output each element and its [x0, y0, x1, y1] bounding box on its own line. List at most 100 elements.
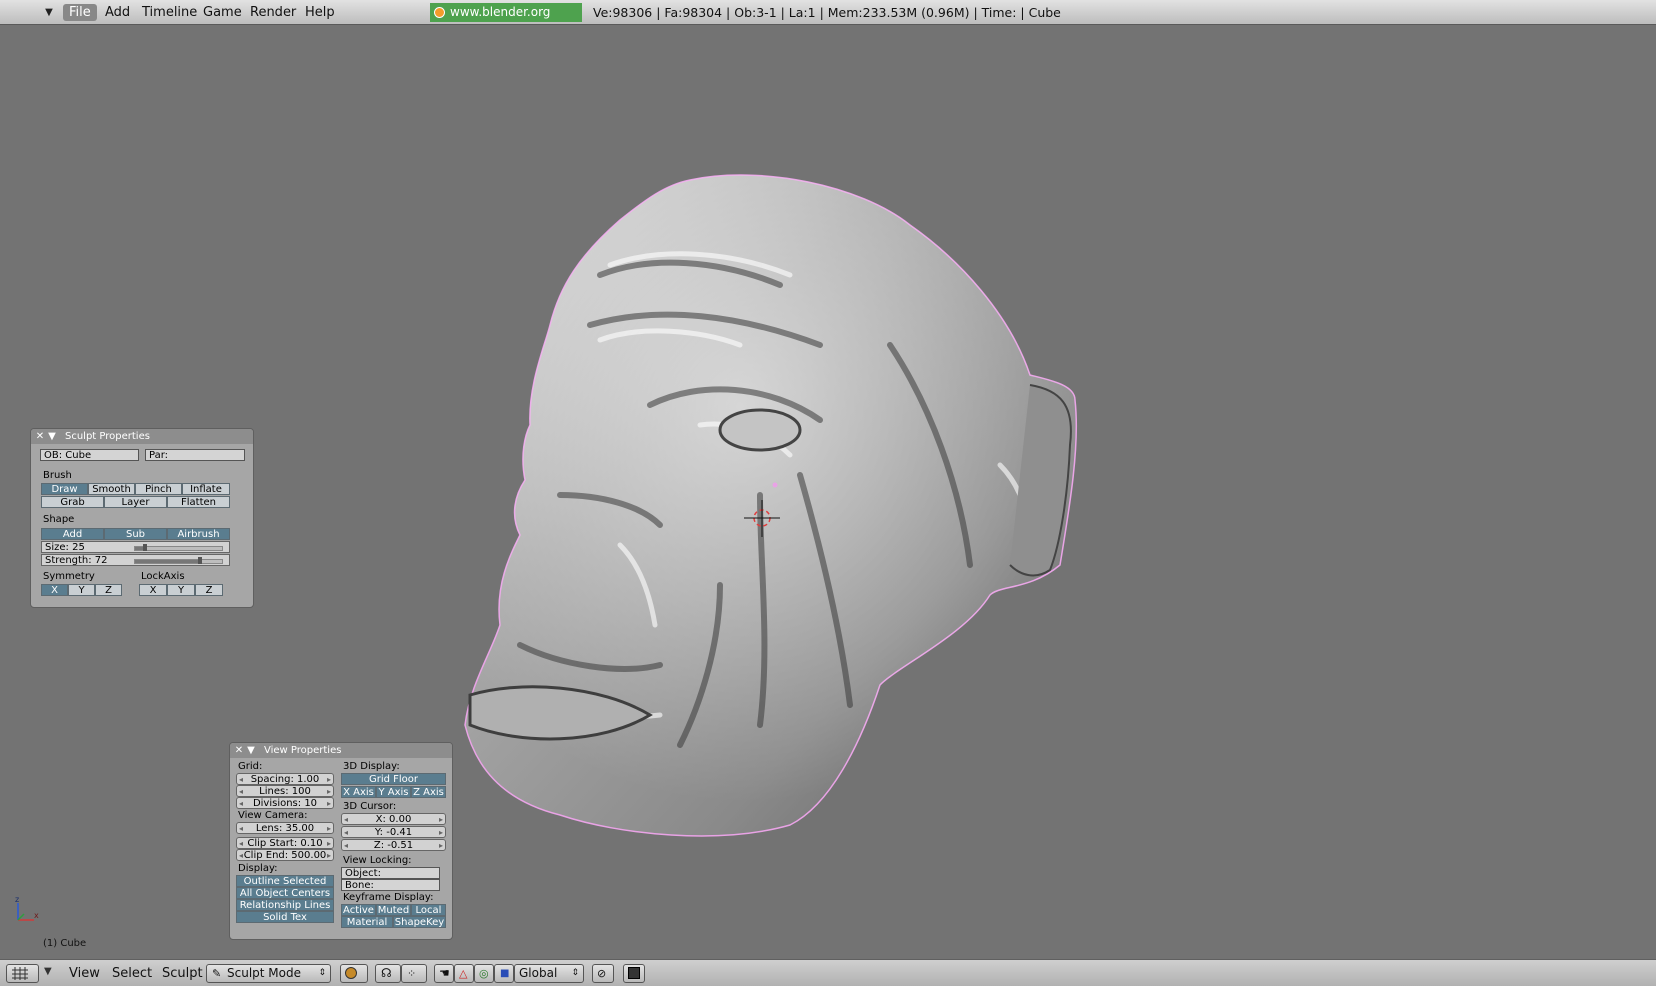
grid-lines-field[interactable]: Lines: 100: [236, 785, 334, 797]
keyframe-active-toggle[interactable]: Active: [341, 904, 376, 916]
grid-label: Grid:: [238, 761, 263, 772]
brush-pinch-button[interactable]: Pinch: [135, 483, 182, 495]
menu-render[interactable]: Render: [244, 4, 302, 21]
circle-icon: ◎: [479, 967, 489, 980]
mode-label: Sculpt Mode: [227, 966, 301, 980]
clip-end-field[interactable]: Clip End: 500.00: [236, 849, 334, 861]
brush-icon: ✎: [212, 967, 222, 980]
menu-help[interactable]: Help: [299, 4, 341, 21]
translate-manipulator-button[interactable]: △: [454, 964, 474, 983]
menu-select[interactable]: Select: [112, 964, 152, 983]
cursor-x-field[interactable]: X: 0.00: [341, 813, 446, 825]
all-object-centers-toggle[interactable]: All Object Centers: [236, 887, 334, 899]
close-panel-icon[interactable]: ✕: [234, 743, 244, 758]
display-label: Display:: [238, 863, 278, 874]
layers-button[interactable]: ⁘: [401, 964, 427, 983]
menu-add[interactable]: Add: [99, 4, 136, 21]
parent-field[interactable]: Par:: [145, 449, 245, 461]
3d-display-label: 3D Display:: [343, 761, 400, 772]
cursor-z-field[interactable]: Z: -0.51: [341, 839, 446, 851]
menu-timeline[interactable]: Timeline: [136, 4, 203, 21]
updown-arrow-icon: ⇕: [571, 968, 579, 978]
keyframe-muted-toggle[interactable]: Muted: [376, 904, 411, 916]
brush-smooth-button[interactable]: Smooth: [88, 483, 135, 495]
active-object-label: (1) Cube: [43, 938, 87, 949]
brush-label: Brush: [43, 470, 72, 481]
z-axis-toggle[interactable]: Z Axis: [411, 786, 446, 798]
orientation-select[interactable]: Global ⇕: [514, 964, 584, 983]
shape-airbrush-button[interactable]: Airbrush: [167, 528, 230, 540]
view-panel-header[interactable]: ✕ ▼ View Properties: [230, 743, 452, 758]
pivot-button[interactable]: ☊: [375, 964, 401, 983]
symmetry-x-button[interactable]: X: [41, 584, 68, 596]
mode-select[interactable]: ✎ Sculpt Mode ⇕: [206, 964, 331, 983]
outline-selected-toggle[interactable]: Outline Selected: [236, 875, 334, 887]
lockaxis-z-button[interactable]: Z: [195, 584, 223, 596]
lens-field[interactable]: Lens: 35.00: [236, 822, 334, 834]
symmetry-z-button[interactable]: Z: [95, 584, 122, 596]
brush-layer-button[interactable]: Layer: [104, 496, 167, 508]
blender-version-banner[interactable]: www.blender.org 249.2: [430, 3, 582, 38]
brush-strength-slider[interactable]: Strength: 72: [41, 554, 230, 566]
object-name-field[interactable]: OB: Cube: [40, 449, 139, 461]
cursor-y-field[interactable]: Y: -0.41: [341, 826, 446, 838]
lockaxis-label: LockAxis: [141, 571, 185, 582]
keyframe-local-toggle[interactable]: Local: [411, 904, 446, 916]
brush-grab-button[interactable]: Grab: [41, 496, 104, 508]
sculpt-panel-header[interactable]: ✕ ▼ Sculpt Properties: [31, 429, 253, 444]
collapse-panel-icon[interactable]: ▼: [47, 429, 57, 444]
relationship-lines-toggle[interactable]: Relationship Lines: [236, 899, 334, 911]
square-icon: ■: [500, 968, 510, 979]
symmetry-y-button[interactable]: Y: [68, 584, 95, 596]
menu-sculpt[interactable]: Sculpt: [162, 964, 203, 983]
menu-view[interactable]: View: [69, 964, 100, 983]
scene-stats: Ve:98306 | Fa:98304 | Ob:3-1 | La:1 | Me…: [593, 5, 1061, 20]
editor-type-button[interactable]: [6, 964, 39, 983]
view-camera-label: View Camera:: [238, 810, 308, 821]
collapse-header-icon[interactable]: ▼: [44, 966, 52, 977]
size-slider-knob[interactable]: [142, 544, 147, 551]
magnet-icon: ☊: [381, 966, 392, 980]
close-panel-icon[interactable]: ✕: [35, 429, 45, 444]
shape-label: Shape: [43, 514, 75, 525]
lockaxis-x-button[interactable]: X: [139, 584, 167, 596]
3d-cursor-label: 3D Cursor:: [343, 801, 397, 812]
lock-object-field[interactable]: Object:: [341, 867, 440, 879]
render-view-button[interactable]: [623, 964, 645, 983]
y-axis-toggle[interactable]: Y Axis: [376, 786, 411, 798]
collapse-panel-icon[interactable]: ▼: [246, 743, 256, 758]
lockaxis-y-button[interactable]: Y: [167, 584, 195, 596]
snap-button[interactable]: ⊘: [592, 964, 614, 983]
clip-start-field[interactable]: Clip Start: 0.10: [236, 837, 334, 849]
manipulator-toggle[interactable]: ☚: [434, 964, 454, 983]
shape-add-button[interactable]: Add: [41, 528, 104, 540]
brush-draw-button[interactable]: Draw: [41, 483, 88, 495]
render-icon: [628, 967, 640, 979]
view-panel-title: View Properties: [264, 745, 342, 756]
rotate-manipulator-button[interactable]: ◎: [474, 964, 494, 983]
menu-game[interactable]: Game: [197, 4, 248, 21]
strength-slider-knob[interactable]: [197, 557, 202, 564]
grid-spacing-field[interactable]: Spacing: 1.00: [236, 773, 334, 785]
brush-flatten-button[interactable]: Flatten: [167, 496, 230, 508]
brush-size-slider[interactable]: Size: 25: [41, 541, 230, 553]
brush-inflate-button[interactable]: Inflate: [182, 483, 230, 495]
solid-tex-toggle[interactable]: Solid Tex: [236, 911, 334, 923]
menu-file[interactable]: File: [63, 4, 97, 21]
grid-floor-toggle[interactable]: Grid Floor: [341, 773, 446, 785]
shape-sub-button[interactable]: Sub: [104, 528, 167, 540]
grid-divisions-field[interactable]: Divisions: 10: [236, 797, 334, 809]
collapse-menu-icon[interactable]: ▼: [42, 6, 56, 20]
top-menu-bar: ▼ File Add Timeline Game Render Help www…: [0, 0, 1656, 38]
shading-sphere-icon: [345, 967, 357, 979]
lock-bone-field[interactable]: Bone:: [341, 879, 440, 891]
keyframe-material-toggle[interactable]: Material: [341, 916, 393, 928]
keyframe-display-label: Keyframe Display:: [343, 892, 434, 903]
x-axis-toggle[interactable]: X Axis: [341, 786, 376, 798]
draw-type-select[interactable]: [340, 964, 368, 983]
3d-viewport[interactable]: ✕ ▼ Sculpt Properties OB: Cube Par: Brus…: [0, 25, 1656, 959]
scale-manipulator-button[interactable]: ■: [494, 964, 514, 983]
keyframe-shapekey-toggle[interactable]: ShapeKey: [393, 916, 446, 928]
hand-icon: ☚: [439, 966, 450, 980]
brush-size-label: Size: 25: [45, 542, 85, 553]
